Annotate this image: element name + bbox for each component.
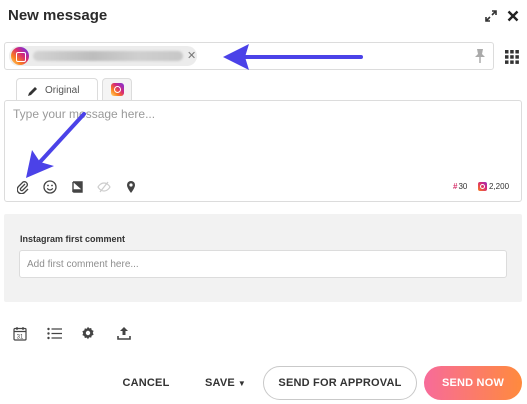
paperclip-icon[interactable] — [15, 179, 31, 195]
modal-header: New message — [0, 0, 527, 34]
instagram-icon — [111, 83, 124, 96]
hashtag-count: 30 — [458, 182, 468, 191]
settings-gear-icon[interactable] — [80, 325, 96, 341]
instagram-comment-panel: Instagram first comment — [4, 214, 522, 302]
eye-off-icon[interactable] — [96, 179, 112, 195]
send-now-button[interactable]: SEND NOW — [424, 366, 522, 400]
calendar-icon[interactable]: 31 — [12, 325, 28, 341]
svg-text:31: 31 — [17, 334, 24, 340]
modal-title: New message — [8, 7, 108, 24]
expand-icon[interactable] — [484, 9, 498, 23]
send-for-approval-button[interactable]: SEND FOR APPROVAL — [263, 366, 417, 400]
recipient-name-redacted — [33, 51, 183, 61]
recipient-chip[interactable]: ✕ — [9, 46, 197, 66]
book-icon[interactable] — [69, 179, 85, 195]
char-counter: 2,200 — [478, 182, 509, 191]
save-dropdown-button[interactable]: SAVE ▼ — [198, 366, 253, 400]
save-label: SAVE — [204, 377, 235, 389]
remove-recipient-icon[interactable]: ✕ — [187, 49, 196, 62]
instagram-avatar — [11, 47, 29, 65]
message-editor: # 30 2,200 — [4, 100, 522, 202]
recipient-selector[interactable]: ✕ — [4, 42, 494, 70]
cancel-button[interactable]: CANCEL — [115, 366, 177, 400]
char-count: 2,200 — [489, 182, 510, 191]
hashtag-counter: # 30 — [453, 182, 467, 191]
tab-original-label: Original — [45, 84, 80, 96]
message-input[interactable] — [13, 107, 513, 167]
upload-icon[interactable] — [116, 325, 132, 341]
close-icon[interactable] — [506, 9, 520, 23]
emoji-icon[interactable] — [42, 179, 58, 195]
tab-instagram[interactable] — [102, 78, 132, 101]
location-pin-icon[interactable] — [123, 179, 139, 195]
list-icon[interactable] — [46, 325, 62, 341]
hashtag-icon: # — [453, 182, 458, 191]
tab-original[interactable]: Original — [16, 78, 98, 101]
caret-down-icon: ▼ — [237, 378, 247, 388]
pin-icon[interactable] — [473, 48, 487, 64]
apps-grid-icon[interactable] — [505, 50, 519, 64]
first-comment-input[interactable] — [19, 250, 507, 278]
instagram-comment-label: Instagram first comment — [20, 234, 126, 244]
instagram-small-icon — [478, 182, 487, 191]
